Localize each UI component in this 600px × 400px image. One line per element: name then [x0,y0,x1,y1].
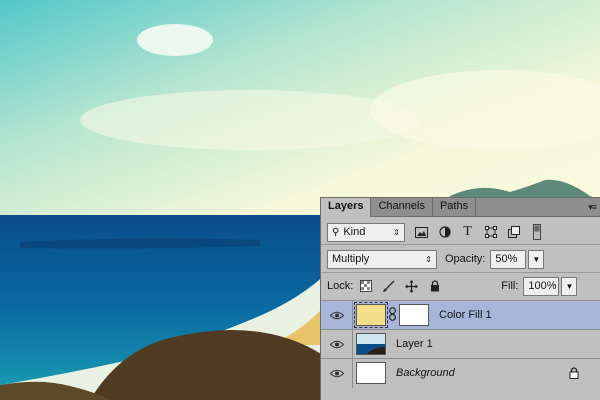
search-icon: ⚲ [332,226,340,238]
filter-kind-select[interactable]: ⚲ Kind ⇕ [327,222,405,242]
layer-color-fill-1[interactable]: Color Fill 1 [321,300,600,330]
tab-paths[interactable]: Paths [433,198,477,216]
layer-name: Layer 1 [396,338,433,350]
fill-input[interactable]: 100% [523,276,560,296]
layer-layer-1[interactable]: Layer 1 [321,329,600,359]
lock-label: Lock: [327,280,354,292]
chevron-down-icon: ▼ [532,254,541,264]
shape-layer-filter-icon[interactable] [482,224,499,241]
layers-panel: Layers Channels Paths ▾≡ ⚲ Kind ⇕ T Mult… [320,197,600,400]
layer-filter-row: ⚲ Kind ⇕ T [321,220,600,244]
chevron-updown-icon: ⇕ [425,254,432,264]
layer-name: Color Fill 1 [439,309,492,321]
fill-color-thumbnail[interactable] [354,302,388,328]
lock-transparent-pixels-icon[interactable] [357,278,374,295]
filter-toggle-icon[interactable] [528,224,545,241]
fill-label: Fill: [501,280,519,292]
visibility-toggle[interactable] [321,300,353,330]
fill-dropdown-button[interactable]: ▼ [561,276,578,296]
visibility-toggle[interactable] [321,329,353,359]
chevron-down-icon: ▼ [565,281,574,291]
pixel-layer-filter-icon[interactable] [413,224,430,241]
visibility-toggle[interactable] [321,358,353,388]
fill-value: 100% [528,280,557,292]
adjustment-layer-filter-icon[interactable] [436,224,453,241]
layer-thumbnail[interactable] [356,362,386,384]
eye-icon [329,340,344,348]
link-chain-icon[interactable] [389,306,396,324]
blend-row: Multiply ⇕ Opacity: 50% ▼ [321,247,600,271]
layers-list: Color Fill 1 Layer 1 Background [321,300,600,388]
smart-object-filter-icon[interactable] [505,224,522,241]
layer-mask-thumbnail[interactable] [399,304,429,326]
layer-background[interactable]: Background [321,358,600,388]
lock-position-icon[interactable] [403,278,420,295]
blend-mode-value: Multiply [332,253,370,265]
tab-layers[interactable]: Layers [321,198,372,217]
lock-row: Lock: Fill: 100% ▼ [321,275,600,297]
panel-menu-icon[interactable]: ▾≡ [588,202,597,213]
type-layer-filter-icon[interactable]: T [459,224,476,241]
eye-icon [329,311,344,319]
filter-kind-value: Kind [343,226,366,238]
divider [321,244,600,245]
opacity-value: 50% [495,253,518,265]
chevron-updown-icon: ⇕ [393,227,400,237]
layer-thumbnail[interactable] [356,333,386,355]
lock-all-icon[interactable] [426,278,443,295]
lock-icon [569,367,579,382]
layer-name: Background [396,367,455,379]
opacity-input[interactable]: 50% [490,249,527,269]
lock-image-pixels-icon[interactable] [380,278,397,295]
panel-tab-bar: Layers Channels Paths ▾≡ [321,198,600,217]
divider [321,272,600,273]
tab-channels[interactable]: Channels [371,198,433,216]
opacity-dropdown-button[interactable]: ▼ [528,249,545,269]
opacity-label: Opacity: [445,253,486,265]
eye-icon [329,369,344,377]
blend-mode-select[interactable]: Multiply ⇕ [327,249,437,269]
